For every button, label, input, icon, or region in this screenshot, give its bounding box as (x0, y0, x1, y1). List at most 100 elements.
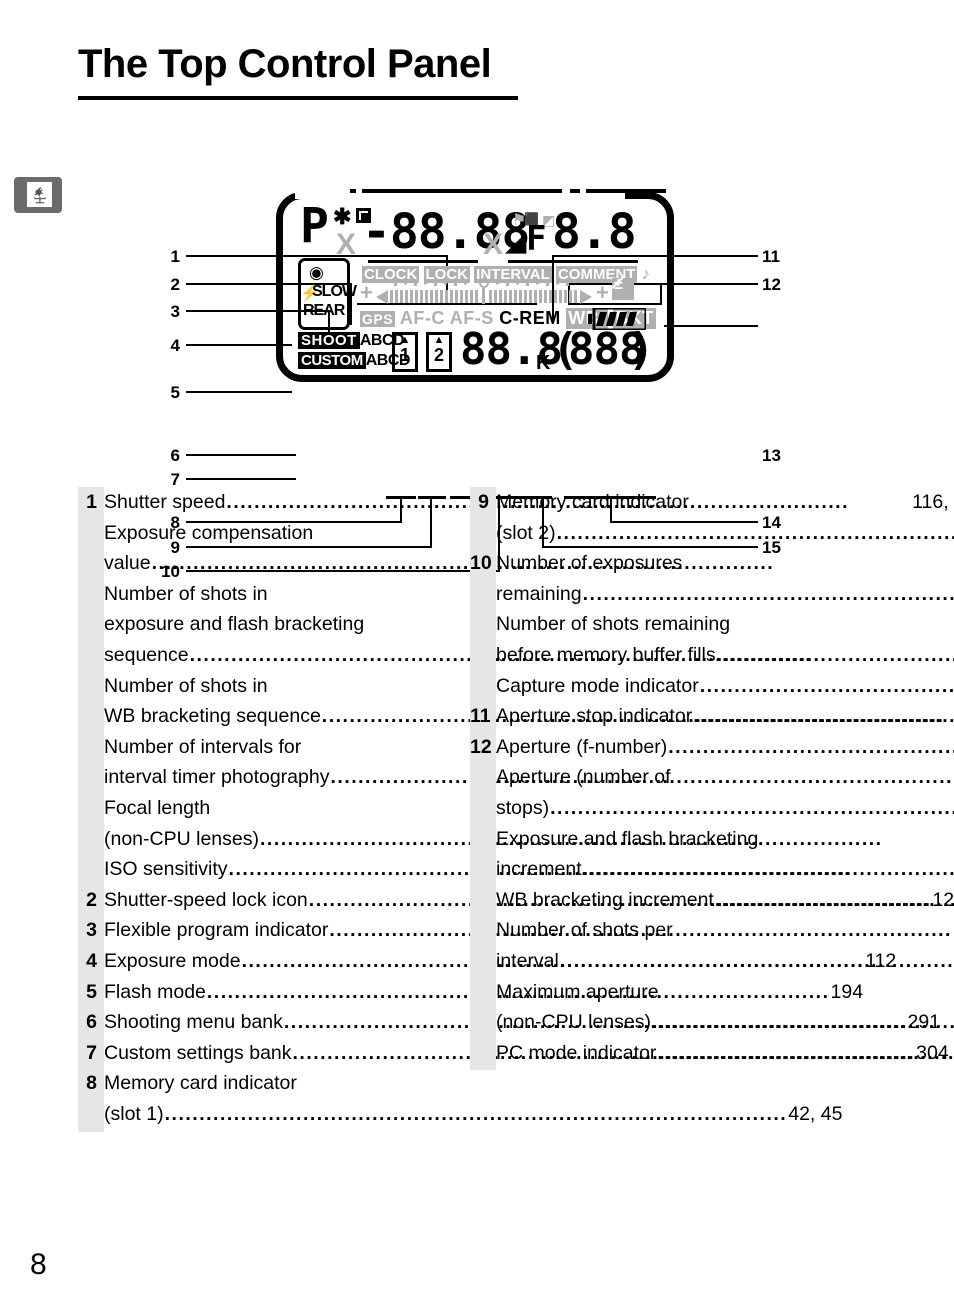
legend-line: (non-CPU lenses)........................… (496, 1007, 954, 1038)
shutter-speed-value: -88.88 (362, 204, 530, 260)
shoot-bank-label: SHOOT (298, 332, 360, 349)
page-number: 8 (30, 1248, 47, 1281)
legend-line: Capture mode indicator..................… (496, 671, 954, 702)
legend-line-text: Custom settings bank (104, 1041, 292, 1064)
legend-entry: 5 Flash mode.............................… (78, 977, 863, 1008)
callout-12: 12 (762, 275, 781, 294)
legend-entry-number: 9 (478, 491, 489, 513)
leader-dots: ........................................… (714, 888, 954, 911)
card-slot-2-number: 2 (433, 345, 444, 365)
memory-card-indicator-slot-2: ▲ 2 (426, 332, 452, 372)
leader-dots: ........................................… (164, 1102, 788, 1125)
legend-column-left: 1 Shutter speed..........................… (78, 487, 954, 1132)
legend-line: (slot 1)................................… (104, 1099, 842, 1130)
custom-bank-label: CUSTOM (298, 352, 366, 369)
legend-entry-number: 11 (470, 705, 491, 728)
legend-line: Aperture (number of (496, 766, 671, 789)
callout-4: 4 (170, 336, 180, 355)
leader-dots: ........................................… (582, 858, 954, 881)
legend-entry-number: 3 (86, 919, 97, 942)
legend-entry: 11 Aperture stop indicator...............… (470, 701, 954, 732)
callout-3: 3 (170, 302, 180, 321)
leader-line-13 (664, 325, 758, 327)
legend-entry-number: 8 (86, 1072, 97, 1095)
legend-line: before memory buffer fills..............… (496, 640, 954, 671)
legend-entry: 3 Flexible program indicator.............… (78, 915, 954, 946)
legend-page-ref: 42, 45 (788, 1102, 843, 1125)
leader-dots: ........................................… (582, 582, 954, 605)
legend-line-text: Aperture (f-number) (496, 735, 668, 758)
legend-line: WB bracketing increment.................… (496, 885, 954, 916)
leader-line-7 (186, 478, 296, 480)
legend-line-text: PC mode indicator (496, 1041, 657, 1064)
legend-line: Number of exposures (496, 552, 683, 575)
leader-dots: ........................................… (699, 674, 954, 697)
legend-entry-number: 12 (470, 735, 492, 758)
flexible-program-indicator: ✱ (333, 204, 352, 229)
legend-entry-number: 7 (86, 1041, 97, 1064)
legend-entry: 1 Shutter speed..........................… (78, 487, 954, 885)
legend-entry-number: 2 (86, 888, 97, 911)
title-underline (78, 96, 518, 100)
memory-card-indicator-slot-1: ▲ 1 (392, 332, 418, 372)
legend-line: PC mode indicator.......................… (496, 1038, 954, 1069)
legend-line-text: (slot 2) (496, 521, 556, 544)
lcd-top-rule-mid (362, 189, 562, 193)
legend-line-text: Aperture stop indicator (496, 705, 693, 728)
legend-line-text: Exposure mode (104, 949, 241, 972)
legend-line: remaining...............................… (496, 579, 954, 610)
flash-sync-x-right: X (483, 228, 504, 261)
aperture-underline (508, 260, 638, 263)
legend-line-text: WB bracketing increment (496, 888, 714, 911)
legend-line: interval................................… (496, 946, 954, 977)
lcd-top-rule-left (350, 189, 356, 193)
legend-entry-number: 5 (86, 980, 97, 1003)
legend-entry-number: 6 (86, 1011, 97, 1034)
callout-11: 11 (762, 247, 780, 266)
legend-line-text: value (104, 552, 151, 575)
callout-5: 5 (170, 383, 180, 402)
leader-line-6 (186, 454, 296, 456)
legend-line-text: stops) (496, 796, 550, 819)
aperture-value: 8.8 (552, 204, 637, 260)
legend-entry-number: 1 (86, 491, 97, 513)
legend-line: Number of shots remaining (496, 613, 731, 636)
legend-line-text: WB bracketing sequence (104, 705, 321, 728)
flash-slow-label: SLOW (312, 283, 357, 300)
legend-line: increment...............................… (496, 854, 954, 885)
legend-line-text: Capture mode indicator (496, 674, 699, 697)
meter-plus-left: + (360, 280, 373, 305)
legend-column-right: 9 Memory card indicator (slot 2)..........… (470, 487, 954, 1070)
leader-dots: ........................................… (693, 705, 954, 728)
gps-indicator: GPS (360, 311, 396, 327)
legend-entry-body: Memory card indicator (slot 1)...........… (104, 1068, 842, 1129)
legend-line-text: Flexible program indicator (104, 919, 329, 942)
legend-line: stops)..................................… (496, 793, 954, 824)
leader-dots: ........................................… (559, 949, 954, 972)
legend-entry: 8 Memory card indicator (slot 1)..........… (78, 1068, 842, 1129)
leader-dots: ........................................… (657, 1041, 954, 1064)
leader-dots: ........................................… (651, 1011, 954, 1034)
flash-rear-label: REAR (303, 302, 345, 319)
meter-plus-right: + (596, 280, 609, 305)
lcd-panel: P ✱ X -88.88 X ⚑ ⬛ ◩ ◢ F 8.8 CLOCK LOCK … (276, 189, 674, 382)
page-title: The Top Control Panel (78, 42, 492, 86)
flash-sync-x-left: X (336, 228, 357, 261)
legend-line: Aperture (f-number).....................… (496, 732, 954, 763)
aperture-f-label: F (526, 219, 547, 259)
legend-line: Number of shots per (496, 919, 673, 942)
legend-line: Aperture stop indicator.................… (496, 701, 954, 732)
flash-mode-indicator: ◉ ⚡ SLOW REAR (298, 258, 357, 330)
card-slot-1-number: 1 (399, 345, 410, 365)
legend-line-text: Shooting menu bank (104, 1011, 283, 1034)
exposure-mode-indicator: P (300, 198, 329, 254)
legend-entry: 6 Shooting menu bank.....................… (78, 1007, 940, 1038)
leader-line-5 (186, 391, 292, 393)
legend-line-text: Flash mode (104, 980, 206, 1003)
legend-line-text: Shutter speed (104, 491, 226, 513)
frames-k-label: K (536, 352, 551, 374)
shooting-menu-bank-row: SHOOT ABCD (298, 332, 405, 350)
legend-line-text: (non-CPU lenses) (496, 1011, 651, 1034)
electronic-analog-exposure-display (376, 278, 592, 304)
legend-line-text: (non-CPU lenses) (104, 827, 259, 850)
